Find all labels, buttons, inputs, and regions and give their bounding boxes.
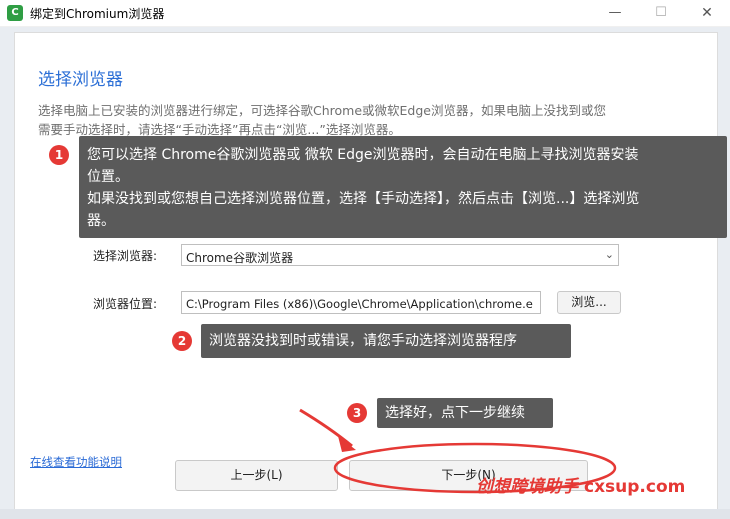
tip-text: 浏览器没找到时或错误，请您手动选择浏览器程序 bbox=[209, 333, 517, 349]
browser-select-value: Chrome谷歌浏览器 bbox=[186, 251, 294, 265]
close-icon[interactable]: ✕ bbox=[684, 0, 730, 26]
tip-number-badge: 1 bbox=[49, 145, 69, 165]
tip-callout-3: 选择好，点下一步继续 bbox=[377, 398, 553, 428]
tip-text: 如果没找到或您想自己选择浏览器位置，选择【手动选择】，然后点击【浏览...】选择… bbox=[87, 191, 640, 207]
chevron-down-icon: ⌄ bbox=[604, 248, 614, 261]
tip-text: 您可以选择 Chrome谷歌浏览器或 微软 Edge浏览器时，会自动在电脑上寻找… bbox=[87, 147, 639, 163]
help-link[interactable]: 在线查看功能说明 bbox=[30, 454, 122, 470]
browser-label: 选择浏览器: bbox=[93, 249, 158, 263]
tip-text: 器。 bbox=[87, 213, 115, 229]
minimize-icon[interactable]: — bbox=[592, 0, 638, 26]
prev-button[interactable]: 上一步(L) bbox=[175, 460, 338, 491]
browser-select[interactable]: Chrome谷歌浏览器 ⌄ bbox=[181, 244, 619, 266]
page-title: 选择浏览器 bbox=[38, 70, 123, 90]
browser-path-input[interactable]: C:\Program Files (x86)\Google\Chrome\App… bbox=[181, 291, 541, 314]
tip-text: 位置。 bbox=[87, 169, 129, 185]
watermark-brand: 创想跨境助手 bbox=[476, 477, 578, 497]
title-bar: C 绑定到Chromium浏览器 — ☐ ✕ bbox=[0, 0, 730, 27]
description-line: 选择电脑上已安装的浏览器进行绑定，可选择谷歌Chrome或微软Edge浏览器，如… bbox=[38, 103, 606, 118]
tip-number-badge: 2 bbox=[172, 331, 192, 351]
app-icon: C bbox=[7, 5, 23, 21]
watermark-domain: cxsup.com bbox=[584, 477, 686, 497]
wizard-panel: 选择浏览器 选择电脑上已安装的浏览器进行绑定，可选择谷歌Chrome或微软Edg… bbox=[14, 32, 718, 510]
maximize-icon[interactable]: ☐ bbox=[638, 0, 684, 26]
watermark: 创想跨境助手 cxsup.com bbox=[476, 472, 685, 497]
location-label: 浏览器位置: bbox=[93, 297, 158, 311]
window-title: 绑定到Chromium浏览器 bbox=[30, 7, 165, 21]
tip-callout-2: 浏览器没找到时或错误，请您手动选择浏览器程序 bbox=[201, 324, 571, 358]
browser-path-value: C:\Program Files (x86)\Google\Chrome\App… bbox=[186, 297, 533, 311]
tip-text: 选择好，点下一步继续 bbox=[385, 405, 525, 421]
tip-number-badge: 3 bbox=[347, 403, 367, 423]
browse-button[interactable]: 浏览... bbox=[557, 291, 621, 314]
background-window-strip bbox=[0, 509, 730, 519]
tip-callout-1: 您可以选择 Chrome谷歌浏览器或 微软 Edge浏览器时，会自动在电脑上寻找… bbox=[79, 136, 727, 238]
page-description: 选择电脑上已安装的浏览器进行绑定，可选择谷歌Chrome或微软Edge浏览器，如… bbox=[38, 101, 678, 139]
